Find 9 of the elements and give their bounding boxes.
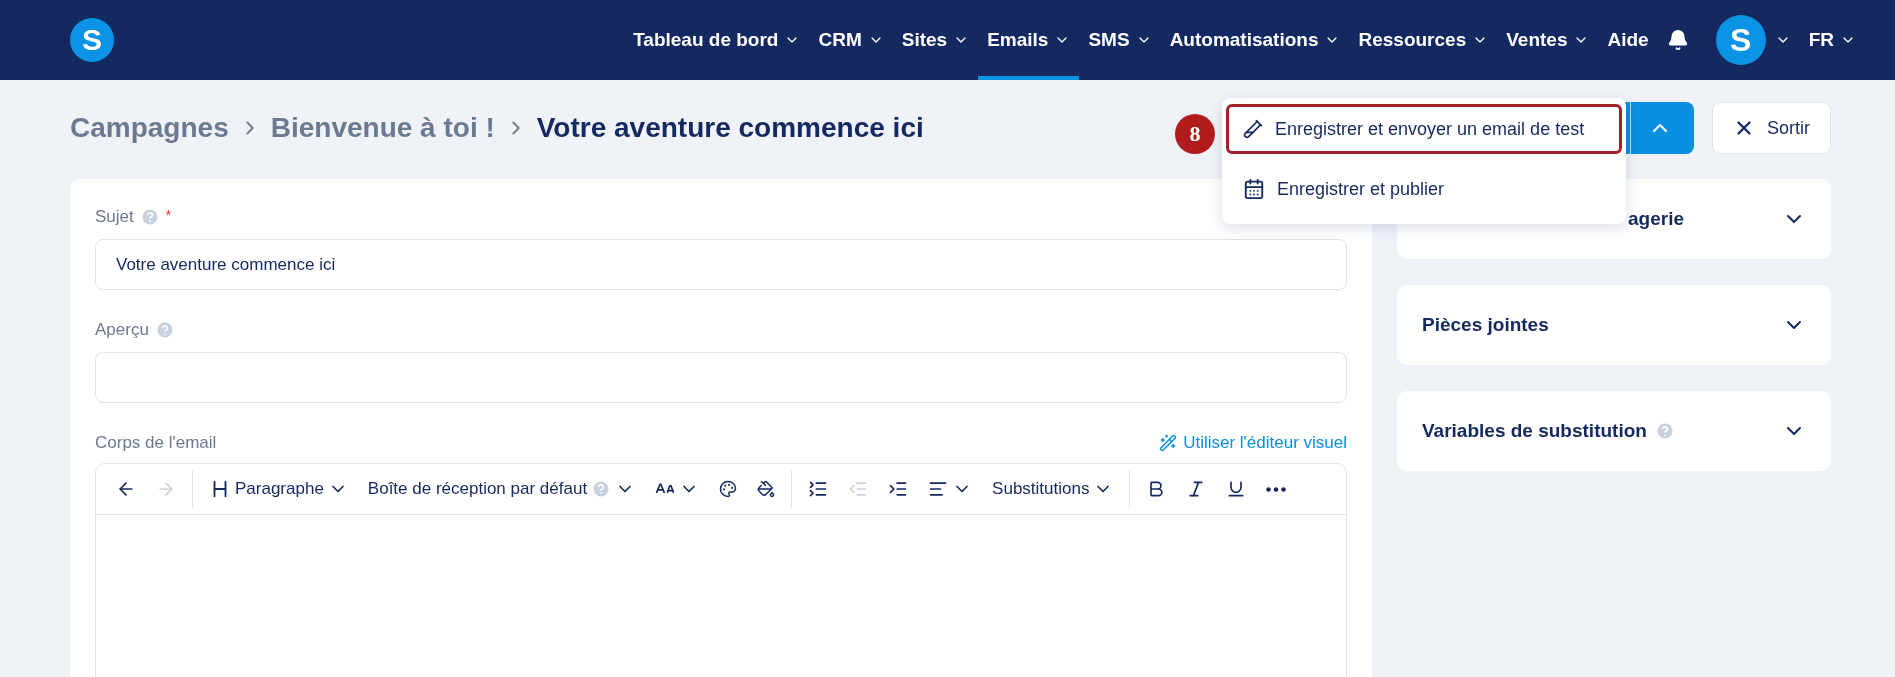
step-badge: 8 bbox=[1175, 114, 1215, 154]
required-mark: * bbox=[165, 207, 172, 223]
panel-title: Variables de substitution bbox=[1422, 420, 1647, 442]
panel-title: Pièces jointes bbox=[1422, 314, 1549, 336]
field-label: Sujet bbox=[95, 207, 134, 227]
breadcrumb-item: Votre aventure commence ici bbox=[536, 112, 924, 144]
field-label: Corps de l'email bbox=[95, 433, 217, 453]
field-label: Aperçu bbox=[95, 320, 149, 340]
panel-title: agerie bbox=[1628, 208, 1684, 230]
